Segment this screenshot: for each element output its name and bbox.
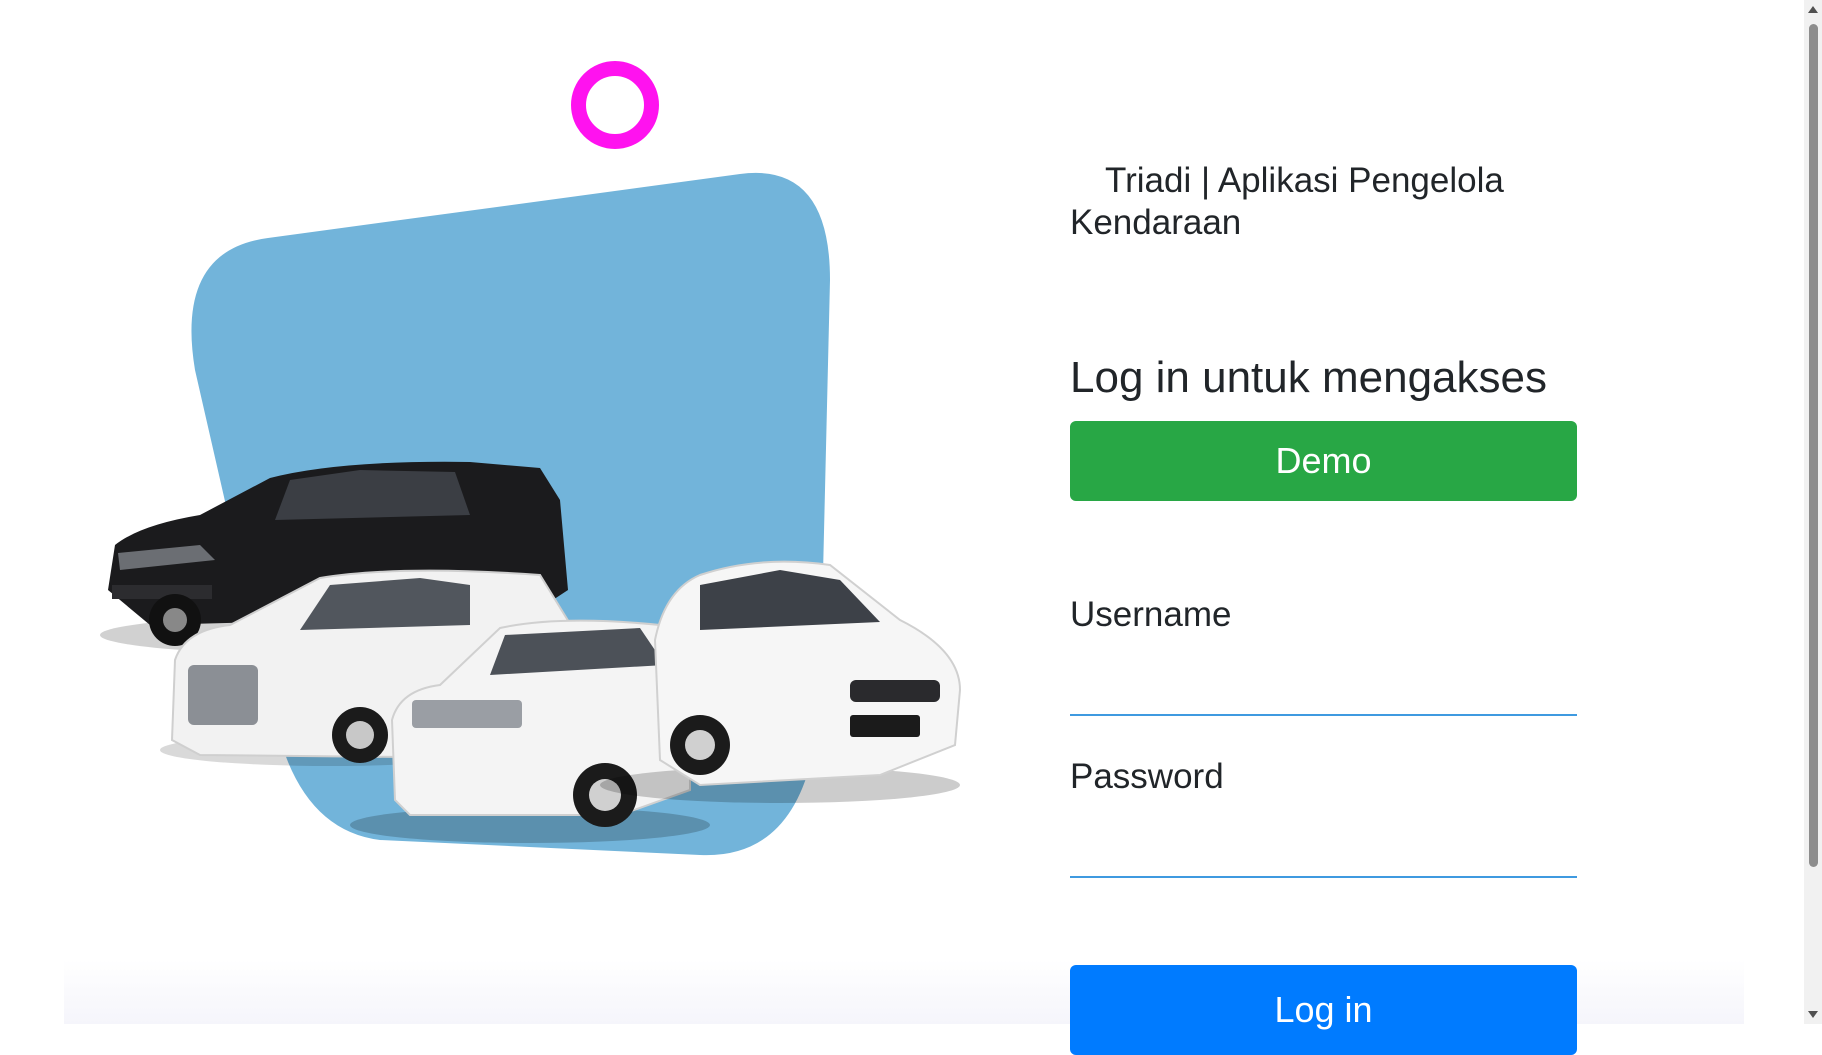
login-heading: Log in untuk mengakses xyxy=(1070,353,1547,402)
username-input[interactable] xyxy=(1070,674,1577,716)
page-scrollbar[interactable] xyxy=(1804,0,1822,1024)
password-input[interactable] xyxy=(1070,836,1577,878)
cars-illustration xyxy=(100,172,962,856)
login-panel: Triadi | Aplikasi Pengelola Kendaraan Lo… xyxy=(1070,0,1578,1055)
app-title: Triadi | Aplikasi Pengelola Kendaraan xyxy=(1070,161,1504,242)
demo-button[interactable]: Demo xyxy=(1070,421,1577,501)
scroll-down-icon[interactable] xyxy=(1808,1011,1818,1018)
hero-illustration xyxy=(0,0,1000,1024)
scroll-up-icon[interactable] xyxy=(1808,6,1818,13)
login-button[interactable]: Log in xyxy=(1070,965,1577,1055)
password-label: Password xyxy=(1070,757,1224,796)
scroll-thumb[interactable] xyxy=(1809,24,1818,867)
username-label: Username xyxy=(1070,595,1232,634)
